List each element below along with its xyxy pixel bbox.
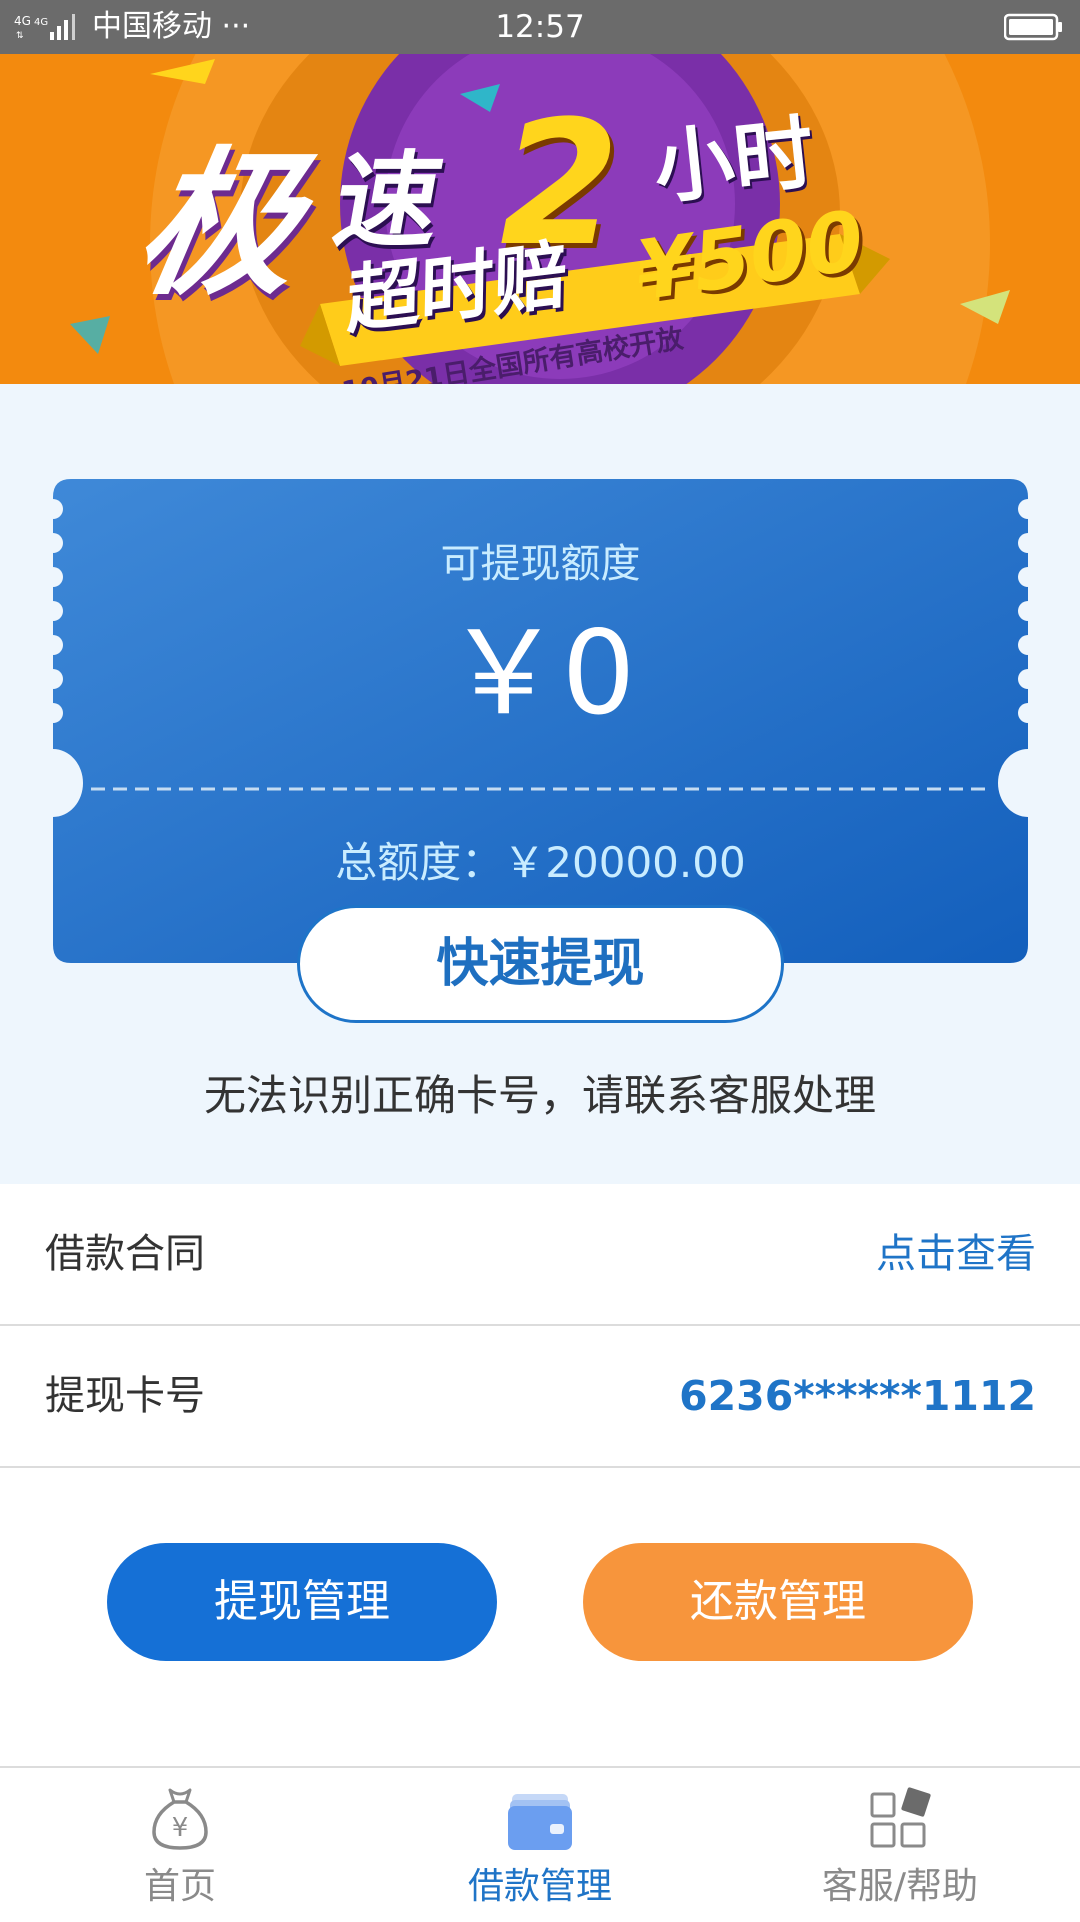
banner-headline-2: 速: [325, 140, 451, 262]
loan-contract-row[interactable]: 借款合同 点击查看: [0, 1184, 1080, 1326]
withdrawable-label: 可提现额度: [440, 541, 641, 587]
withdraw-card-number: 6236******1112: [679, 1372, 1036, 1420]
withdraw-card-label: 提现卡号: [45, 1373, 205, 1419]
view-contract-link[interactable]: 点击查看: [876, 1228, 1036, 1280]
credit-section: 可提现额度 ￥0 总额度：￥20000.00 快速提现 无法识别正确卡号，请联系…: [0, 384, 1080, 1184]
repayment-management-button[interactable]: 还款管理: [583, 1543, 973, 1661]
money-bag-icon: ¥: [152, 1788, 208, 1850]
card-error-notice: 无法识别正确卡号，请联系客服处理: [203, 1071, 876, 1120]
loan-contract-label: 借款合同: [45, 1231, 205, 1277]
status-bar: 4G 4G ⇅ 中国移动 ··· 12:57: [0, 0, 1080, 54]
withdrawable-amount: ￥0: [445, 606, 636, 741]
withdraw-card-row: 提现卡号 6236******1112: [0, 1326, 1080, 1468]
banner-headline-1: 极: [123, 133, 315, 317]
battery-icon: [1004, 13, 1062, 41]
wallet-icon: [508, 1794, 572, 1850]
quick-withdraw-button[interactable]: 快速提现: [297, 905, 784, 1023]
nav-item-service-help[interactable]: 客服/帮助: [720, 1768, 1080, 1922]
banner-hours-unit: 小时: [649, 105, 819, 216]
credit-ticket-card: 可提现额度 ￥0 总额度：￥20000.00: [53, 479, 1028, 963]
nav-item-home[interactable]: ¥ 首页: [0, 1768, 360, 1922]
promo-banner[interactable]: 极 速 2 小时 超时赔 ¥500 10月21日全国所有高校开放: [0, 54, 1080, 384]
nav-label-service-help: 客服/帮助: [821, 1866, 979, 1907]
total-credit-line: 总额度：￥20000.00: [335, 838, 746, 887]
withdraw-management-button[interactable]: 提现管理: [107, 1543, 497, 1661]
nav-label-home: 首页: [143, 1866, 216, 1907]
nav-label-loan-management: 借款管理: [467, 1866, 612, 1907]
grid-apps-icon: [870, 1787, 931, 1848]
nav-item-loan-management[interactable]: 借款管理: [360, 1768, 720, 1922]
bottom-nav: ¥ 首页 借款管理 客服/帮助: [0, 1766, 1080, 1920]
svg-text:¥: ¥: [172, 1813, 189, 1843]
status-time: 12:57: [495, 9, 585, 45]
